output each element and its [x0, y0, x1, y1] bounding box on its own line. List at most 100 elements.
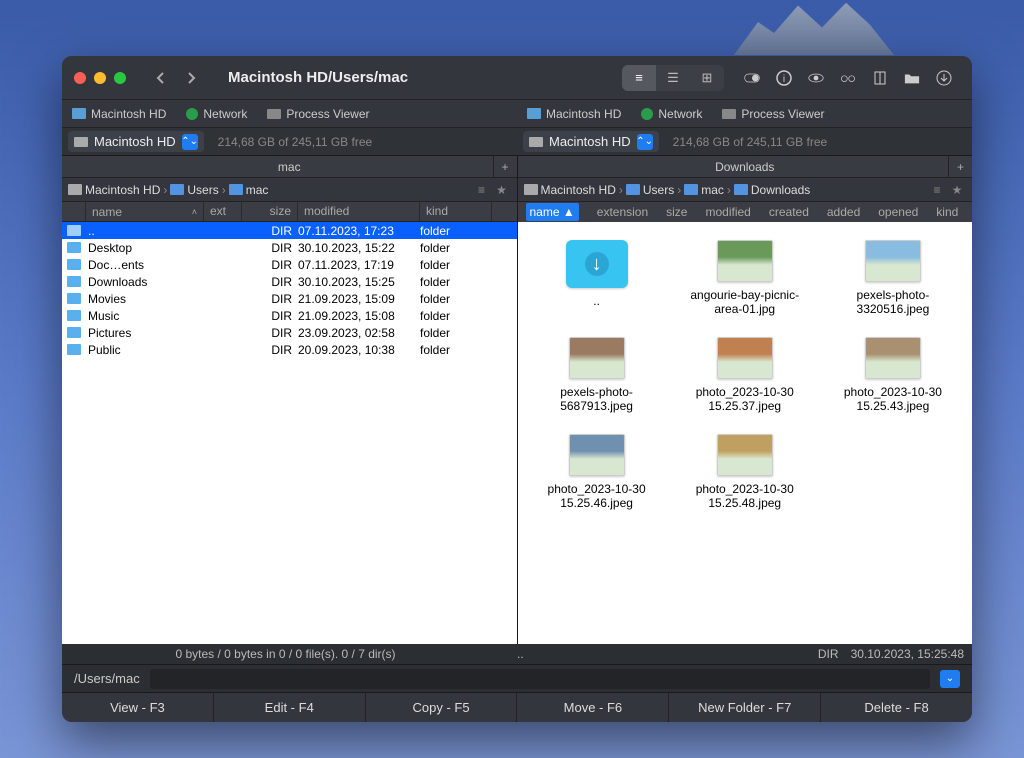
folder-header-left: mac +: [62, 156, 517, 178]
file-item[interactable]: photo_2023-10-30 15.25.37.jpeg: [676, 337, 814, 414]
table-row[interactable]: Doc…entsDIR07.11.2023, 17:19folder: [62, 256, 517, 273]
table-row[interactable]: DownloadsDIR30.10.2023, 15:25folder: [62, 273, 517, 290]
view-columns-icon[interactable]: ☰: [656, 65, 690, 91]
file-item[interactable]: pexels-photo-3320516.jpeg: [824, 240, 962, 317]
folder-header-right: Downloads +: [518, 156, 973, 178]
list-toggle-icon[interactable]: ≡: [928, 181, 946, 199]
view-grid-icon[interactable]: ⊞: [690, 65, 724, 91]
view-mode-group: ≡ ☰ ⊞: [622, 65, 724, 91]
breadcrumb-item[interactable]: Users: [626, 183, 674, 197]
folder-icon: [67, 344, 81, 355]
command-input[interactable]: [150, 669, 930, 689]
col-modified[interactable]: modified: [705, 205, 750, 219]
tab-process-viewer-left[interactable]: Process Viewer: [263, 105, 373, 123]
status-right: .. DIR 30.10.2023, 15:25:48: [509, 644, 972, 664]
drive-selector-left[interactable]: Macintosh HD ⌃⌄: [68, 131, 204, 152]
table-row[interactable]: PublicDIR20.09.2023, 10:38folder: [62, 341, 517, 358]
table-row[interactable]: DesktopDIR30.10.2023, 15:22folder: [62, 239, 517, 256]
col-size[interactable]: size: [242, 202, 298, 221]
toggle-icon[interactable]: [736, 65, 768, 91]
fn-delete-button[interactable]: Delete - F8: [821, 693, 972, 722]
breadcrumb-item[interactable]: Macintosh HD: [68, 183, 160, 197]
icon-grid-right[interactable]: ..angourie-bay-picnic-area-01.jpgpexels-…: [518, 222, 973, 644]
col-extension[interactable]: extension: [597, 205, 648, 219]
tab-network-left[interactable]: Network: [182, 105, 251, 123]
drive-icon: [72, 108, 86, 119]
nav-back-button[interactable]: [146, 65, 176, 91]
col-name[interactable]: name ▲: [526, 203, 579, 221]
drive-icon: [74, 137, 88, 147]
file-item[interactable]: photo_2023-10-30 15.25.46.jpeg: [528, 434, 666, 511]
view-list-icon[interactable]: ≡: [622, 65, 656, 91]
col-created[interactable]: created: [769, 205, 809, 219]
file-item[interactable]: photo_2023-10-30 15.25.48.jpeg: [676, 434, 814, 511]
file-item[interactable]: angourie-bay-picnic-area-01.jpg: [676, 240, 814, 317]
fn-copy-button[interactable]: Copy - F5: [366, 693, 518, 722]
breadcrumb-item[interactable]: Downloads: [734, 183, 810, 197]
file-item[interactable]: pexels-photo-5687913.jpeg: [528, 337, 666, 414]
traffic-lights: [74, 72, 126, 84]
fn-newfolder-button[interactable]: New Folder - F7: [669, 693, 821, 722]
tab-macintosh-hd-left[interactable]: Macintosh HD: [68, 105, 170, 123]
tab-macintosh-hd-right[interactable]: Macintosh HD: [523, 105, 625, 123]
hd-icon: [524, 184, 538, 195]
file-item[interactable]: photo_2023-10-30 15.25.43.jpeg: [824, 337, 962, 414]
command-dropdown-icon[interactable]: ⌄: [940, 670, 960, 688]
folder-icon: [67, 327, 81, 338]
info-icon[interactable]: i: [768, 65, 800, 91]
file-label: pexels-photo-5687913.jpeg: [532, 385, 662, 414]
table-row[interactable]: ..DIR07.11.2023, 17:23folder: [62, 222, 517, 239]
col-added[interactable]: added: [827, 205, 860, 219]
downloads-folder-icon: [566, 240, 628, 288]
file-label: photo_2023-10-30 15.25.43.jpeg: [828, 385, 958, 414]
breadcrumb-item[interactable]: Users: [170, 183, 218, 197]
eye-icon[interactable]: [800, 65, 832, 91]
col-kind[interactable]: kind: [420, 202, 492, 221]
folder-toolbar-icon[interactable]: [896, 65, 928, 91]
archive-icon[interactable]: [864, 65, 896, 91]
fn-view-button[interactable]: View - F3: [62, 693, 214, 722]
col-kind[interactable]: kind: [936, 205, 958, 219]
fn-move-button[interactable]: Move - F6: [517, 693, 669, 722]
table-row[interactable]: PicturesDIR23.09.2023, 02:58folder: [62, 324, 517, 341]
drive-dropdown-icon[interactable]: ⌃⌄: [637, 134, 653, 150]
file-name: ..: [86, 224, 204, 238]
table-row[interactable]: MoviesDIR21.09.2023, 15:09folder: [62, 290, 517, 307]
command-path: /Users/mac: [74, 671, 140, 686]
breadcrumb-item[interactable]: mac: [684, 183, 724, 197]
tab-process-viewer-right[interactable]: Process Viewer: [718, 105, 828, 123]
nav-forward-button[interactable]: [176, 65, 206, 91]
fn-edit-button[interactable]: Edit - F4: [214, 693, 366, 722]
folder-icon: [67, 242, 81, 253]
maximize-button[interactable]: [114, 72, 126, 84]
favorite-star-icon[interactable]: ★: [493, 181, 511, 199]
image-thumbnail: [865, 337, 921, 379]
tab-network-right[interactable]: Network: [637, 105, 706, 123]
col-size[interactable]: size: [666, 205, 687, 219]
col-name[interactable]: name˄: [86, 202, 204, 221]
free-space-left: 214,68 GB of 245,11 GB free: [218, 135, 373, 149]
list-toggle-icon[interactable]: ≡: [473, 181, 491, 199]
breadcrumb-item[interactable]: mac: [229, 183, 269, 197]
table-row[interactable]: MusicDIR21.09.2023, 15:08folder: [62, 307, 517, 324]
add-tab-button-right[interactable]: +: [948, 156, 972, 178]
file-list-left[interactable]: ..DIR07.11.2023, 17:23folderDesktopDIR30…: [62, 222, 517, 644]
close-button[interactable]: [74, 72, 86, 84]
left-pane: mac + Macintosh HD › Users › mac ≡ ★ nam…: [62, 156, 518, 644]
drive-dropdown-icon[interactable]: ⌃⌄: [182, 134, 198, 150]
drive-row: Macintosh HD ⌃⌄ 214,68 GB of 245,11 GB f…: [62, 128, 972, 156]
drive-selector-right[interactable]: Macintosh HD ⌃⌄: [523, 131, 659, 152]
folder-icon: [229, 184, 243, 195]
download-icon[interactable]: [928, 65, 960, 91]
favorite-star-icon[interactable]: ★: [948, 181, 966, 199]
col-ext[interactable]: ext: [204, 202, 242, 221]
add-tab-button-left[interactable]: +: [493, 156, 517, 178]
parent-folder-item[interactable]: ..: [528, 240, 666, 317]
binoculars-icon[interactable]: [832, 65, 864, 91]
breadcrumb-item[interactable]: Macintosh HD: [524, 183, 616, 197]
image-thumbnail: [717, 240, 773, 282]
col-modified[interactable]: modified: [298, 202, 420, 221]
minimize-button[interactable]: [94, 72, 106, 84]
file-name: Desktop: [86, 241, 204, 255]
col-opened[interactable]: opened: [878, 205, 918, 219]
